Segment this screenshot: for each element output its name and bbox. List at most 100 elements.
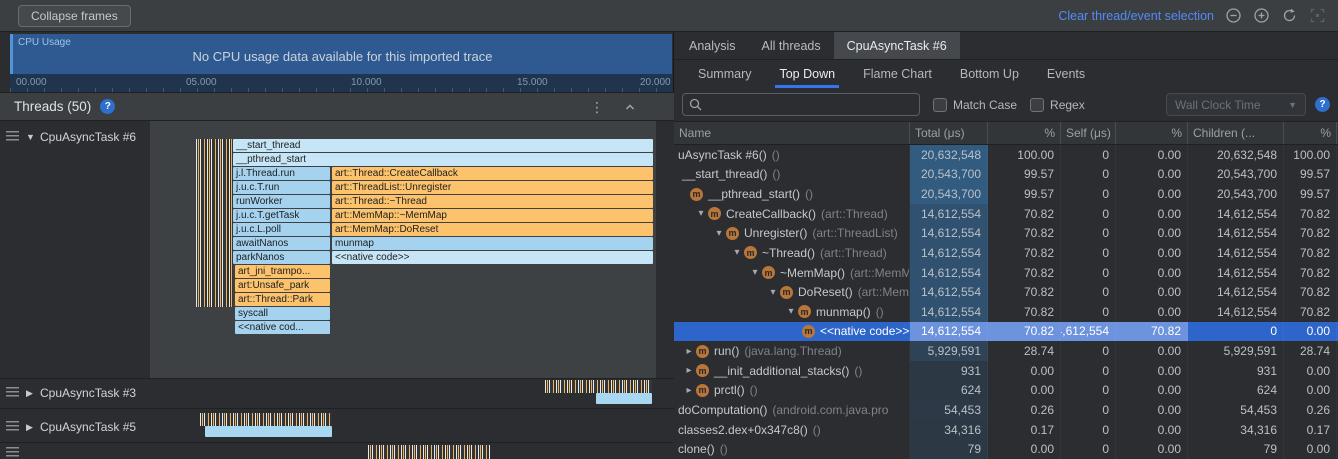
chevron-down-icon[interactable]: ▾ [766,287,780,298]
tab-cpuasynctask-6[interactable]: CpuAsyncTask #6 [834,32,960,59]
flame-box[interactable]: runWorker [233,195,330,208]
flame-box[interactable]: j.u.c.T.run [233,181,330,194]
flame-box[interactable]: art_jni_trampo... [235,265,330,278]
flame-box[interactable]: j.u.c.T.getTask [233,209,330,222]
flame-box[interactable]: art::MemMap::~MemMap [332,209,653,222]
column-header[interactable]: % [988,122,1061,144]
flame-box[interactable]: parkNanos [233,251,330,264]
table-row[interactable]: clone()()790.0000.00790.00 [674,439,1338,459]
tab-top-down[interactable]: Top Down [765,60,849,88]
flame-box[interactable]: <<native code>> [332,251,653,264]
table-row[interactable]: ▾mmunmap()()14,612,55470.8200.0014,612,5… [674,302,1338,322]
flame-box[interactable]: art::Thread::~Thread [332,195,653,208]
table-row[interactable]: doComputation()(android.com.java.pro54,4… [674,400,1338,420]
drag-handle-icon[interactable] [6,421,19,431]
clear-selection-link[interactable]: Clear thread/event selection [1058,9,1214,23]
filter-help-icon[interactable]: ? [1315,97,1330,112]
collapse-frames-button[interactable]: Collapse frames [18,5,131,27]
table-row[interactable]: m<<native code>>14,612,55470.8214,612,55… [674,322,1338,342]
chevron-down-icon[interactable]: ▾ [784,306,798,317]
thread-activity-barcode[interactable] [368,445,490,459]
row-value-cell: 20,543,700 [1188,184,1284,204]
table-row[interactable]: classes2.dex+0x347c8()()34,3160.1700.003… [674,420,1338,440]
thread-activity-barcode[interactable] [200,413,332,426]
thread-activity-segment[interactable] [596,393,652,404]
chevron-right-icon[interactable]: ▶ [26,422,33,433]
thread-activity-segment[interactable] [205,426,332,437]
flame-box[interactable]: art::Thread::Park [235,293,330,306]
table-row[interactable]: ▸mrun()(java.lang.Thread)5,929,59128.740… [674,341,1338,361]
flame-box[interactable]: art:Unsafe_park [235,279,330,292]
table-row[interactable]: ▾mCreateCallback()(art::Thread)14,612,55… [674,204,1338,224]
regex-checkbox[interactable]: Regex [1030,98,1085,112]
flame-box[interactable]: j.u.c.L.poll [233,223,330,236]
drag-handle-icon[interactable] [6,131,19,141]
thread-activity-barcode[interactable] [196,139,233,307]
collapse-panel-icon[interactable] [624,101,636,113]
tab-all-threads[interactable]: All threads [749,32,834,59]
tab-events[interactable]: Events [1033,60,1099,88]
flame-box[interactable]: __start_thread [233,139,653,152]
flame-box[interactable]: art::Thread::CreateCallback [332,167,653,180]
table-row[interactable]: m__pthread_start()()20,543,70099.5700.00… [674,184,1338,204]
thread-activity-barcode[interactable] [545,380,652,393]
thread-name-cpuasynctask-6[interactable]: CpuAsyncTask #6 [40,130,136,144]
zoom-out-icon[interactable] [1225,7,1242,24]
chevron-right-icon[interactable]: ▸ [682,365,696,376]
flame-box[interactable]: munmap [332,237,653,250]
thread-name-cpuasynctask-3[interactable]: CpuAsyncTask #3 [40,386,136,400]
cpu-usage-section[interactable]: CPU Usage No CPU usage data available fo… [10,34,672,92]
cpu-usage-chart[interactable]: CPU Usage No CPU usage data available fo… [10,34,672,74]
flame-box[interactable]: awaitNanos [233,237,330,250]
drag-handle-icon[interactable] [6,447,19,457]
table-row[interactable]: ▾m~Thread()(art::Thread)14,612,55470.820… [674,243,1338,263]
kebab-menu-icon[interactable]: ⋮ [590,101,604,113]
checkbox-icon[interactable] [1030,98,1044,112]
chevron-right-icon[interactable]: ▶ [26,388,33,399]
table-row[interactable]: ▸m__init_additional_stacks()()9310.0000.… [674,361,1338,381]
chevron-down-icon[interactable]: ▾ [712,228,726,239]
chevron-down-icon[interactable]: ▾ [694,208,708,219]
chevron-down-icon[interactable]: ▾ [730,247,744,258]
table-row[interactable]: ▾mDoReset()(art::MemMap)14,612,55470.820… [674,282,1338,302]
timeline-ruler[interactable]: 00.00005.00010.00015.00020.000 [10,74,672,92]
flame-box[interactable]: j.l.Thread.run [233,167,330,180]
tab-summary[interactable]: Summary [684,60,765,88]
threads-help-icon[interactable]: ? [100,99,115,114]
match-case-checkbox[interactable]: Match Case [933,98,1017,112]
chevron-down-icon[interactable]: ▾ [748,267,762,278]
chevron-right-icon[interactable]: ▸ [682,385,696,396]
chevron-right-icon[interactable]: ▸ [682,346,696,357]
row-value-cell: 14,612,554 [910,302,988,322]
flame-box[interactable]: <<native cod... [235,321,330,334]
column-header[interactable]: Children (... [1188,122,1284,144]
column-header[interactable]: Self (μs) [1061,122,1116,144]
checkbox-icon[interactable] [933,98,947,112]
column-header[interactable]: Name [674,122,910,144]
chevron-down-icon[interactable]: ▼ [26,132,35,142]
reset-zoom-icon[interactable] [1281,7,1298,24]
thread-name-cpuasynctask-5[interactable]: CpuAsyncTask #5 [40,420,136,434]
column-header[interactable]: % [1116,122,1188,144]
column-header[interactable]: % [1284,122,1337,144]
tab-flame-chart[interactable]: Flame Chart [849,60,946,88]
table-row[interactable]: ▾mUnregister()(art::ThreadList)14,612,55… [674,224,1338,244]
tab-analysis[interactable]: Analysis [676,32,749,59]
zoom-to-selection-icon[interactable] [1309,7,1326,24]
table-row[interactable]: ▸mprctl()()6240.0000.006240.00 [674,381,1338,401]
tab-bottom-up[interactable]: Bottom Up [946,60,1033,88]
table-row[interactable]: uAsyncTask #6()()20,632,548100.0000.0020… [674,145,1338,165]
flame-box[interactable]: art::MemMap::DoReset [332,223,653,236]
search-box[interactable] [682,93,920,116]
search-input[interactable] [706,97,913,113]
clock-type-dropdown[interactable]: Wall Clock Time ▼ [1166,93,1306,116]
row-value-cell: 0.00 [988,439,1061,459]
column-header[interactable]: Total (μs) [910,122,988,144]
flame-box[interactable]: __pthread_start [233,153,653,166]
flame-box[interactable]: syscall [235,307,330,320]
table-row[interactable]: __start_thread()()20,543,70099.5700.0020… [674,165,1338,185]
zoom-in-icon[interactable] [1253,7,1270,24]
flame-box[interactable]: art::ThreadList::Unregister [332,181,653,194]
table-row[interactable]: ▾m~MemMap()(art::MemMap)14,612,55470.820… [674,263,1338,283]
drag-handle-icon[interactable] [6,387,19,397]
